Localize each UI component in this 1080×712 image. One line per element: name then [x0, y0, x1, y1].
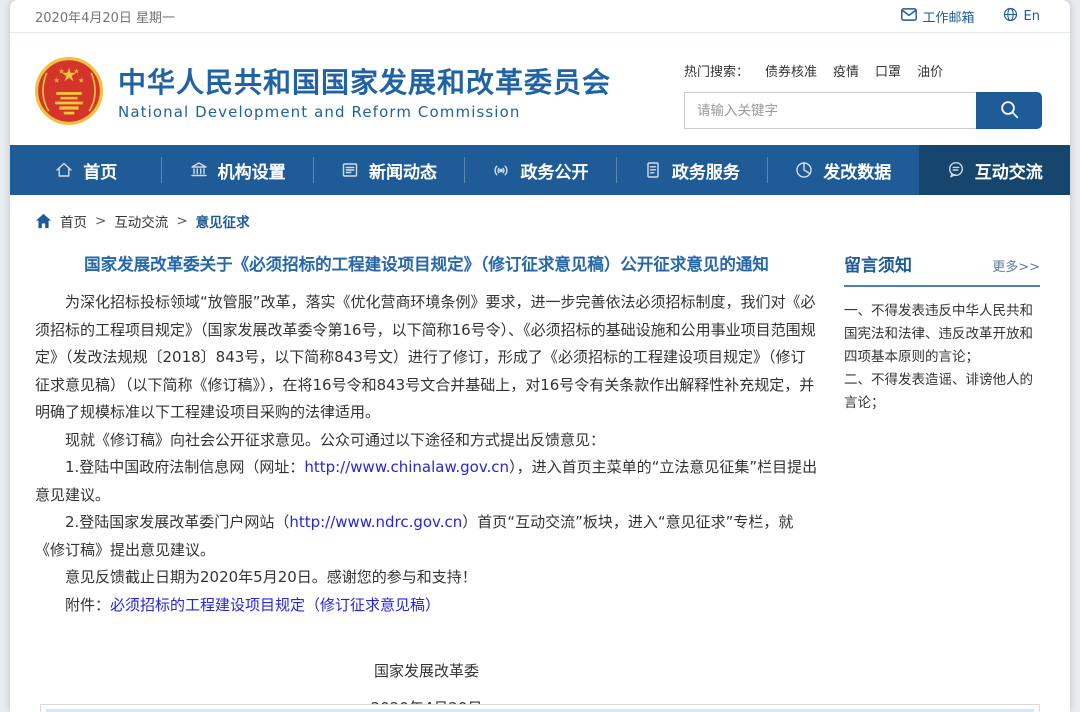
chat-icon — [946, 160, 966, 180]
hot-search-row: 热门搜索： 债券核准疫情口罩油价 — [684, 61, 1042, 80]
article-body: 为深化招标投标领域“放管服”改革，落实《优化营商环境条例》要求，进一步完善依法必… — [35, 289, 818, 619]
sidebar-rule: 二、不得发表造谣、诽谤他人的言论； — [844, 369, 1040, 415]
paragraph-text: 意见反馈截止日期为2020年5月20日。感谢您的参与和支持！ — [65, 568, 477, 586]
hot-search-term[interactable]: 口罩 — [875, 61, 901, 80]
hot-search-term[interactable]: 债券核准 — [765, 61, 817, 80]
nav-item-label: 新闻动态 — [369, 158, 437, 183]
breadcrumb-items: 首页 > 互动交流 > 意见征求 — [60, 211, 250, 231]
search-button[interactable] — [976, 92, 1042, 129]
breadcrumb-separator: > — [176, 213, 187, 229]
sidebar-header: 留言须知 更多>> — [844, 251, 1040, 287]
document-icon — [643, 160, 663, 180]
sidebar-rules: 一、不得发表违反中华人民共和国宪法和法律、违反改革开放和四项基本原则的言论；二、… — [844, 300, 1040, 415]
nav-item-label: 互动交流 — [975, 158, 1043, 183]
paragraph-text: 现就《修订稿》向社会公开征求意见。公众可通过以下途径和方式提出反馈意见： — [65, 431, 605, 449]
paragraph-text: 2.登陆国家发展改革委门户网站（ — [65, 513, 289, 531]
signature-name: 国家发展改革委 — [35, 653, 818, 690]
nav-item-label: 机构设置 — [218, 158, 286, 183]
nav-item[interactable]: 政务公开 — [464, 145, 615, 195]
language-label: En — [1024, 9, 1040, 24]
main-nav: 首页 机构设置 新闻动态 政务公开 政务服务 发改数据 互动交流 — [10, 145, 1070, 195]
topbar-date: 2020年4月20日 星期一 — [35, 7, 175, 26]
article-title: 国家发展改革委关于《必须招标的工程建设项目规定》（修订征求意见稿）公开征求意见的… — [35, 253, 818, 277]
logo-block: 中华人民共和国国家发展和改革委员会 National Development a… — [35, 57, 611, 129]
nav-item-label: 发改数据 — [823, 158, 891, 183]
hot-search-term[interactable]: 疫情 — [833, 61, 859, 80]
nav-item[interactable]: 互动交流 — [919, 145, 1070, 195]
nav-item[interactable]: 新闻动态 — [313, 145, 464, 195]
globe-icon — [1003, 7, 1018, 26]
breadcrumb-item: 意见征求 — [196, 211, 250, 231]
search-block: 热门搜索： 债券核准疫情口罩油价 — [684, 57, 1042, 129]
mail-icon — [901, 8, 917, 25]
pie-chart-icon — [794, 160, 814, 180]
inline-link[interactable]: http://www.ndrc.gov.cn — [289, 513, 462, 531]
article-paragraph: 现就《修订稿》向社会公开征求意见。公众可通过以下途径和方式提出反馈意见： — [35, 427, 818, 455]
inline-link[interactable]: 必须招标的工程建设项目规定（修订征求意见稿） — [110, 596, 440, 614]
paragraph-text: 附件： — [65, 596, 110, 614]
nav-item-label: 首页 — [83, 158, 117, 183]
search-row — [684, 92, 1042, 129]
site-title-chinese: 中华人民共和国国家发展和改革委员会 — [118, 66, 611, 100]
topbar: 2020年4月20日 星期一 工作邮箱 En — [10, 0, 1070, 33]
work-mailbox-label: 工作邮箱 — [923, 7, 975, 26]
nav-item[interactable]: 政务服务 — [616, 145, 767, 195]
hot-search-terms: 债券核准疫情口罩油价 — [765, 61, 943, 80]
sidebar-title: 留言须知 — [844, 251, 912, 276]
hot-search-label: 热门搜索： — [684, 61, 749, 80]
breadcrumb-separator: > — [95, 213, 106, 229]
article-paragraph: 为深化招标投标领域“放管服”改革，落实《优化营商环境条例》要求，进一步完善依法必… — [35, 289, 818, 427]
broadcast-icon — [491, 160, 511, 180]
page: 2020年4月20日 星期一 工作邮箱 En — [10, 0, 1070, 712]
paragraph-text: 1.登陆中国政府法制信息网（网址： — [65, 458, 304, 476]
sidebar-more-link[interactable]: 更多>> — [992, 256, 1040, 275]
nav-item[interactable]: 机构设置 — [161, 145, 312, 195]
topbar-right: 工作邮箱 En — [901, 7, 1040, 26]
language-toggle[interactable]: En — [1003, 7, 1040, 26]
nav-item[interactable]: 发改数据 — [767, 145, 918, 195]
breadcrumb-item[interactable]: 互动交流 — [114, 211, 168, 231]
search-icon — [999, 99, 1020, 123]
sidebar-rule: 一、不得发表违反中华人民共和国宪法和法律、违反改革开放和四项基本原则的言论； — [844, 300, 1040, 369]
nav-item[interactable]: 首页 — [10, 145, 161, 195]
hot-search-term[interactable]: 油价 — [917, 61, 943, 80]
national-emblem-logo — [35, 57, 103, 129]
home-icon — [54, 160, 74, 180]
paragraph-text: 为深化招标投标领域“放管服”改革，落实《优化营商环境条例》要求，进一步完善依法必… — [35, 293, 816, 421]
article-paragraph: 1.登陆中国政府法制信息网（网址：http://www.chinalaw.gov… — [35, 454, 818, 509]
news-icon — [340, 160, 360, 180]
sidebar: 留言须知 更多>> 一、不得发表违反中华人民共和国宪法和法律、违反改革开放和四项… — [844, 243, 1040, 712]
home-icon[interactable] — [35, 213, 52, 229]
site-titles: 中华人民共和国国家发展和改革委员会 National Development a… — [118, 66, 611, 121]
search-input[interactable] — [684, 92, 976, 129]
inline-link[interactable]: http://www.chinalaw.gov.cn — [304, 458, 509, 476]
bottom-section-box — [40, 704, 1040, 712]
nav-item-label: 政务服务 — [672, 158, 740, 183]
main-content: 国家发展改革委关于《必须招标的工程建设项目规定》（修订征求意见稿）公开征求意见的… — [10, 241, 1070, 712]
breadcrumb-item[interactable]: 首页 — [60, 211, 87, 231]
work-mailbox-link[interactable]: 工作邮箱 — [901, 7, 975, 26]
institution-icon — [189, 160, 209, 180]
article-paragraph: 附件：必须招标的工程建设项目规定（修订征求意见稿） — [35, 592, 818, 620]
article: 国家发展改革委关于《必须招标的工程建设项目规定》（修订征求意见稿）公开征求意见的… — [35, 243, 844, 712]
site-title-english: National Development and Reform Commissi… — [118, 103, 611, 121]
breadcrumb: 首页 > 互动交流 > 意见征求 — [10, 195, 1070, 241]
site-header: 中华人民共和国国家发展和改革委员会 National Development a… — [10, 33, 1070, 145]
article-paragraph: 意见反馈截止日期为2020年5月20日。感谢您的参与和支持！ — [35, 564, 818, 592]
nav-item-label: 政务公开 — [520, 158, 588, 183]
article-paragraph: 2.登陆国家发展改革委门户网站（http://www.ndrc.gov.cn）首… — [35, 509, 818, 564]
